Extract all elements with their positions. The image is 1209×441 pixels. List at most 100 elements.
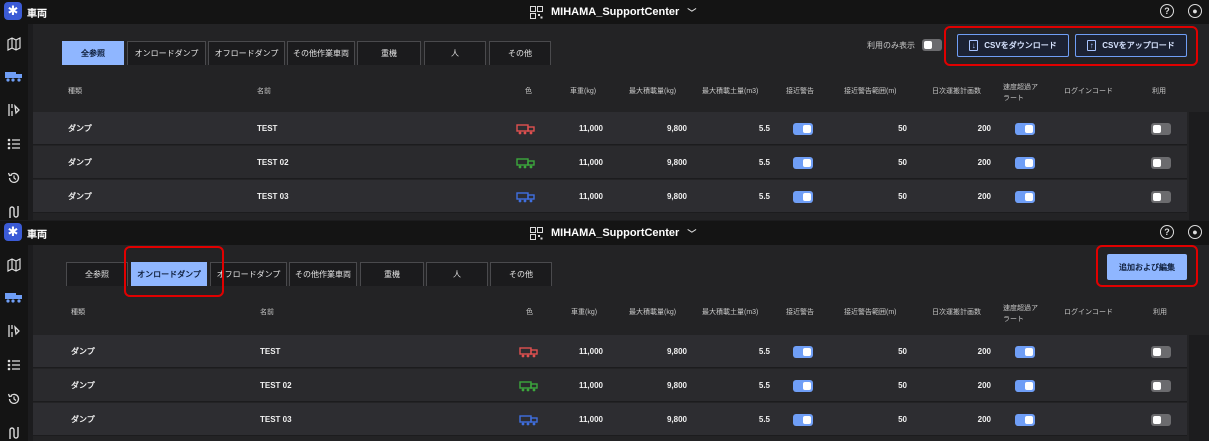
proximity-alert-toggle[interactable] xyxy=(793,157,813,169)
speed-alert-toggle[interactable] xyxy=(1015,380,1035,392)
truck-icon[interactable] xyxy=(0,285,28,309)
col-proximity-range: 接近警告範囲(m) xyxy=(844,309,897,316)
qr-icon xyxy=(530,5,543,19)
proximity-alert-toggle[interactable] xyxy=(793,191,813,203)
route-icon[interactable] xyxy=(0,200,28,220)
use-toggle[interactable] xyxy=(1151,123,1171,135)
tab-heavy-machinery[interactable]: 重機 xyxy=(360,262,424,286)
tab-person[interactable]: 人 xyxy=(426,262,488,286)
proximity-alert-toggle[interactable] xyxy=(793,123,813,135)
cell-max-volume: 5.5 xyxy=(758,381,770,390)
csv-download-button[interactable]: ↓ CSVをダウンロード xyxy=(957,34,1069,57)
scrollbar[interactable] xyxy=(1189,335,1209,441)
col-use: 利用 xyxy=(1153,309,1167,316)
table-row[interactable]: ダンプ TEST 02 11,000 9,800 5.5 50 200 xyxy=(33,369,1187,402)
col-weight: 車重(kg) xyxy=(570,88,597,95)
map-icon[interactable] xyxy=(0,32,28,56)
help-icon[interactable]: ? xyxy=(1160,4,1174,18)
tab-other-work-vehicle[interactable]: その他作業車両 xyxy=(289,262,357,286)
col-max-volume: 最大積載土量(m3) xyxy=(702,309,759,316)
tab-onroad-dump[interactable]: オンロードダンプ xyxy=(127,41,206,65)
scrollbar[interactable] xyxy=(1189,112,1209,220)
tab-all[interactable]: 全参照 xyxy=(62,41,124,65)
tab-onroad-dump[interactable]: オンロードダンプ xyxy=(131,262,207,286)
cell-name: TEST 02 xyxy=(260,381,292,390)
table-row[interactable]: ダンプ TEST 11,000 9,800 5.5 50 200 xyxy=(33,335,1187,368)
schedule-icon[interactable] xyxy=(0,319,28,343)
sidebar xyxy=(0,24,28,220)
route-icon[interactable] xyxy=(0,421,28,441)
truck-color-icon xyxy=(516,156,536,169)
download-icon: ↓ xyxy=(969,40,979,51)
qr-icon xyxy=(530,226,543,240)
site-selector[interactable]: MIHAMA_SupportCenter ﹀ xyxy=(530,224,696,242)
cell-max-load: 9,800 xyxy=(666,347,687,356)
proximity-alert-toggle[interactable] xyxy=(793,414,813,426)
add-edit-button[interactable]: 追加および編集 xyxy=(1107,254,1187,280)
speed-alert-toggle[interactable] xyxy=(1015,123,1035,135)
cell-daily-plan: 200 xyxy=(977,158,991,167)
cell-max-volume: 5.5 xyxy=(758,347,770,356)
col-login-code: ログインコード xyxy=(1064,88,1113,95)
cell-type: ダンプ xyxy=(71,381,95,390)
tab-other-work-vehicle[interactable]: その他作業車両 xyxy=(287,41,355,65)
site-selector[interactable]: MIHAMA_SupportCenter ﹀ xyxy=(530,3,696,21)
col-daily-plan: 日次運搬計画数 xyxy=(932,309,981,316)
site-name: MIHAMA_SupportCenter xyxy=(551,6,680,18)
cell-proximity-range: 50 xyxy=(898,347,907,356)
col-type: 種類 xyxy=(68,88,82,95)
table-row[interactable]: ダンプ TEST 03 11,000 9,800 5.5 50 200 xyxy=(33,180,1187,213)
tab-heavy-machinery[interactable]: 重機 xyxy=(357,41,421,65)
speed-alert-toggle[interactable] xyxy=(1015,346,1035,358)
filter-label: 利用のみ表示 xyxy=(867,41,915,50)
cell-max-volume: 5.5 xyxy=(758,192,770,201)
cell-weight: 11,000 xyxy=(578,158,603,167)
tab-offroad-dump[interactable]: オフロードダンプ xyxy=(208,41,285,65)
user-icon[interactable]: ● xyxy=(1188,225,1202,239)
use-only-toggle[interactable] xyxy=(922,39,942,51)
sidebar xyxy=(0,245,28,441)
cell-max-volume: 5.5 xyxy=(758,124,770,133)
tab-all[interactable]: 全参照 xyxy=(66,262,128,286)
use-toggle[interactable] xyxy=(1151,414,1171,426)
speed-alert-toggle[interactable] xyxy=(1015,157,1035,169)
schedule-icon[interactable] xyxy=(0,98,28,122)
use-toggle[interactable] xyxy=(1151,346,1171,358)
cell-max-volume: 5.5 xyxy=(758,158,770,167)
user-icon[interactable]: ● xyxy=(1188,4,1202,18)
list-icon[interactable] xyxy=(0,132,28,156)
app-title: 車両 xyxy=(27,230,47,241)
speed-alert-toggle[interactable] xyxy=(1015,191,1035,203)
table-row[interactable]: ダンプ TEST 11,000 9,800 5.5 50 200 xyxy=(33,112,1187,145)
cell-weight: 11,000 xyxy=(578,381,603,390)
cell-weight: 11,000 xyxy=(578,192,603,201)
use-toggle[interactable] xyxy=(1151,380,1171,392)
chevron-down-icon: ﹀ xyxy=(687,7,697,18)
csv-upload-button[interactable]: ↑ CSVをアップロード xyxy=(1075,34,1187,57)
proximity-alert-toggle[interactable] xyxy=(793,346,813,358)
col-proximity-alert: 接近警告 xyxy=(786,88,814,95)
map-icon[interactable] xyxy=(0,253,28,277)
table-row[interactable]: ダンプ TEST 03 11,000 9,800 5.5 50 200 xyxy=(33,403,1187,436)
tab-person[interactable]: 人 xyxy=(424,41,486,65)
cell-weight: 11,000 xyxy=(578,347,603,356)
history-icon[interactable] xyxy=(0,166,28,190)
site-name: MIHAMA_SupportCenter xyxy=(551,227,680,239)
use-toggle[interactable] xyxy=(1151,191,1171,203)
truck-icon[interactable] xyxy=(0,64,28,88)
top-panel: ✱ 車両 MIHAMA_SupportCenter ﹀ ? ● 全参照 オンロー… xyxy=(0,0,1209,220)
cell-max-volume: 5.5 xyxy=(758,415,770,424)
tab-other[interactable]: その他 xyxy=(490,262,552,286)
list-icon[interactable] xyxy=(0,353,28,377)
proximity-alert-toggle[interactable] xyxy=(793,380,813,392)
table-row[interactable]: ダンプ TEST 02 11,000 9,800 5.5 50 200 xyxy=(33,146,1187,179)
speed-alert-toggle[interactable] xyxy=(1015,414,1035,426)
col-max-load: 最大積載量(kg) xyxy=(629,88,677,95)
col-daily-plan: 日次運搬計画数 xyxy=(932,88,981,95)
history-icon[interactable] xyxy=(0,387,28,411)
help-icon[interactable]: ? xyxy=(1160,225,1174,239)
use-toggle[interactable] xyxy=(1151,157,1171,169)
tab-other[interactable]: その他 xyxy=(489,41,551,65)
vehicle-table-panel: 全参照 オンロードダンプ オフロードダンプ その他作業車両 重機 人 その他 利… xyxy=(33,24,1209,220)
tab-offroad-dump[interactable]: オフロードダンプ xyxy=(210,262,287,286)
